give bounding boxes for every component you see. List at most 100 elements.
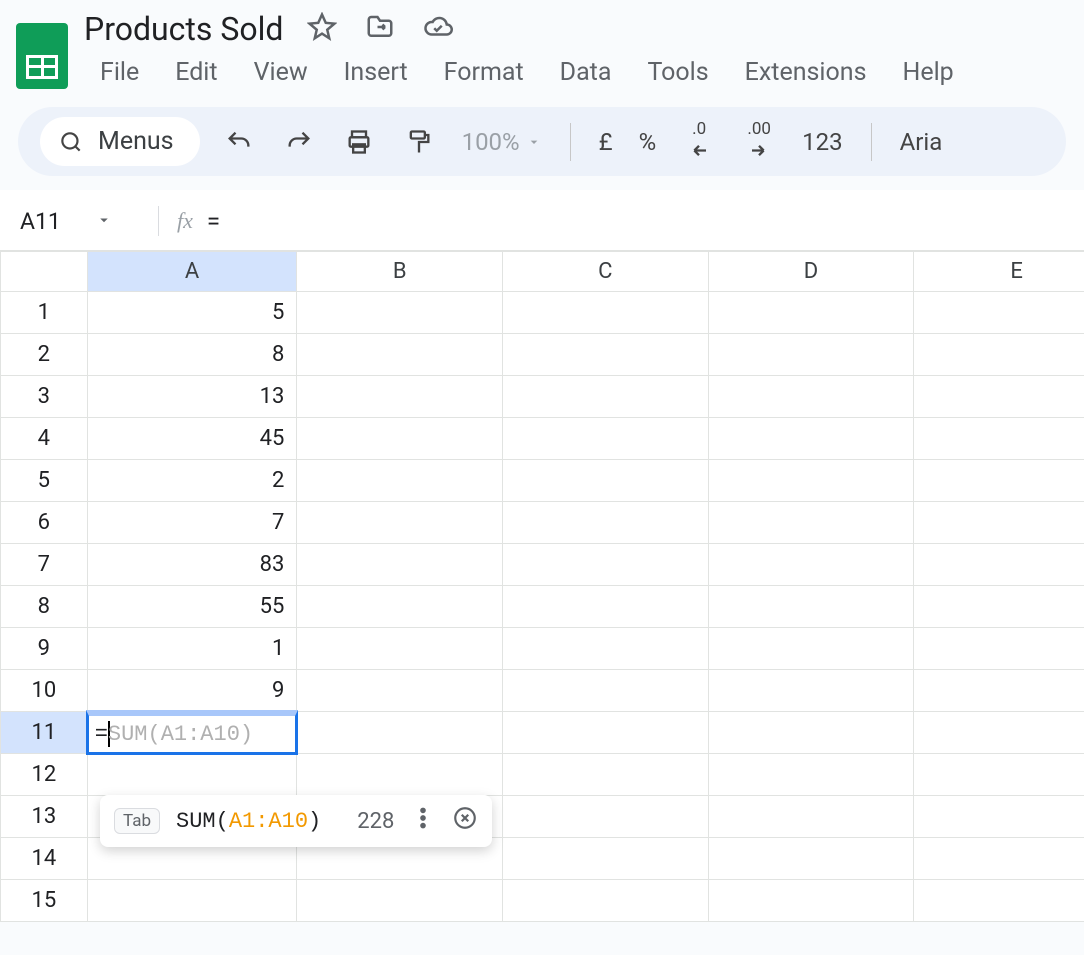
cell[interactable] [503, 628, 709, 670]
cell[interactable]: 2 [87, 460, 297, 502]
row-header[interactable]: 3 [1, 376, 88, 418]
col-header-E[interactable]: E [914, 252, 1084, 292]
menu-insert[interactable]: Insert [328, 54, 424, 91]
menu-edit[interactable]: Edit [159, 54, 233, 91]
cell[interactable] [503, 544, 709, 586]
cell[interactable] [503, 796, 709, 838]
row-header[interactable]: 12 [1, 754, 88, 796]
row-header[interactable]: 5 [1, 460, 88, 502]
undo-button[interactable] [218, 121, 260, 163]
cell[interactable] [297, 544, 503, 586]
cell[interactable] [297, 376, 503, 418]
cell[interactable] [503, 670, 709, 712]
increase-decimal-button[interactable]: .00 [738, 121, 780, 163]
cell[interactable] [708, 376, 914, 418]
row-header[interactable]: 15 [1, 880, 88, 922]
cell[interactable] [708, 418, 914, 460]
col-header-A[interactable]: A [87, 252, 297, 292]
suggestion-formula[interactable]: SUM(A1:A10) [176, 809, 321, 834]
cell[interactable] [708, 334, 914, 376]
cell[interactable] [503, 754, 709, 796]
cell[interactable] [503, 334, 709, 376]
cell[interactable] [708, 796, 914, 838]
row-header[interactable]: 10 [1, 670, 88, 712]
cell[interactable] [914, 376, 1084, 418]
move-icon[interactable] [365, 12, 395, 46]
row-header[interactable]: 1 [1, 292, 88, 334]
cell[interactable] [297, 418, 503, 460]
cell[interactable]: 5 [87, 292, 297, 334]
row-header[interactable]: 11 [1, 712, 88, 754]
more-options-icon[interactable] [410, 805, 436, 837]
dismiss-icon[interactable] [452, 805, 478, 837]
cell[interactable] [708, 586, 914, 628]
cell[interactable] [914, 334, 1084, 376]
paint-format-button[interactable] [398, 121, 440, 163]
cell[interactable]: 7 [87, 502, 297, 544]
cell[interactable] [503, 712, 709, 754]
cell[interactable]: 8 [87, 334, 297, 376]
cell[interactable]: 45 [87, 418, 297, 460]
cell[interactable] [708, 544, 914, 586]
cell[interactable] [503, 838, 709, 880]
cell[interactable]: 55 [87, 586, 297, 628]
cell[interactable] [914, 880, 1084, 922]
cell[interactable] [297, 586, 503, 628]
cell[interactable]: 83 [87, 544, 297, 586]
cell[interactable] [708, 460, 914, 502]
row-header[interactable]: 14 [1, 838, 88, 880]
cell[interactable] [297, 334, 503, 376]
cell[interactable]: 9 [87, 670, 297, 712]
cell[interactable] [914, 754, 1084, 796]
menu-view[interactable]: View [238, 54, 324, 91]
cell[interactable] [914, 292, 1084, 334]
cell[interactable] [914, 712, 1084, 754]
col-header-B[interactable]: B [297, 252, 503, 292]
row-header[interactable]: 6 [1, 502, 88, 544]
cell[interactable] [708, 880, 914, 922]
zoom-select[interactable]: 100% [458, 128, 546, 156]
cell[interactable] [297, 754, 503, 796]
col-header-D[interactable]: D [708, 252, 914, 292]
cell[interactable] [297, 880, 503, 922]
menu-help[interactable]: Help [886, 54, 969, 91]
cell[interactable] [87, 754, 297, 796]
more-formats-button[interactable]: 123 [798, 128, 846, 156]
cell[interactable] [708, 712, 914, 754]
cell[interactable] [708, 838, 914, 880]
cell[interactable] [708, 628, 914, 670]
menu-extensions[interactable]: Extensions [729, 54, 883, 91]
select-all-corner[interactable] [1, 252, 88, 292]
currency-button[interactable]: £ [595, 128, 617, 156]
cell[interactable] [503, 586, 709, 628]
cell[interactable]: 1 [87, 628, 297, 670]
cell[interactable] [914, 670, 1084, 712]
cell[interactable] [914, 502, 1084, 544]
cell[interactable] [503, 460, 709, 502]
active-cell[interactable]: =SUM(A1:A10) [87, 712, 297, 754]
cell[interactable] [708, 502, 914, 544]
menu-file[interactable]: File [84, 54, 155, 91]
cloud-status-icon[interactable] [423, 12, 453, 46]
row-header[interactable]: 7 [1, 544, 88, 586]
cell[interactable] [503, 880, 709, 922]
cell[interactable] [297, 460, 503, 502]
decrease-decimal-button[interactable]: .0 [678, 121, 720, 163]
row-header[interactable]: 9 [1, 628, 88, 670]
app-logo[interactable] [12, 16, 72, 96]
row-header[interactable]: 4 [1, 418, 88, 460]
cell[interactable] [503, 502, 709, 544]
cell[interactable] [914, 586, 1084, 628]
menu-data[interactable]: Data [544, 54, 628, 91]
cell[interactable] [297, 292, 503, 334]
percent-button[interactable]: % [635, 128, 661, 156]
star-icon[interactable] [307, 12, 337, 46]
row-header[interactable]: 8 [1, 586, 88, 628]
cell[interactable] [914, 460, 1084, 502]
search-menus[interactable]: Menus [40, 117, 200, 166]
print-button[interactable] [338, 121, 380, 163]
cell[interactable] [503, 418, 709, 460]
row-header[interactable]: 13 [1, 796, 88, 838]
name-box[interactable]: A11 [20, 208, 140, 235]
cell[interactable] [708, 754, 914, 796]
